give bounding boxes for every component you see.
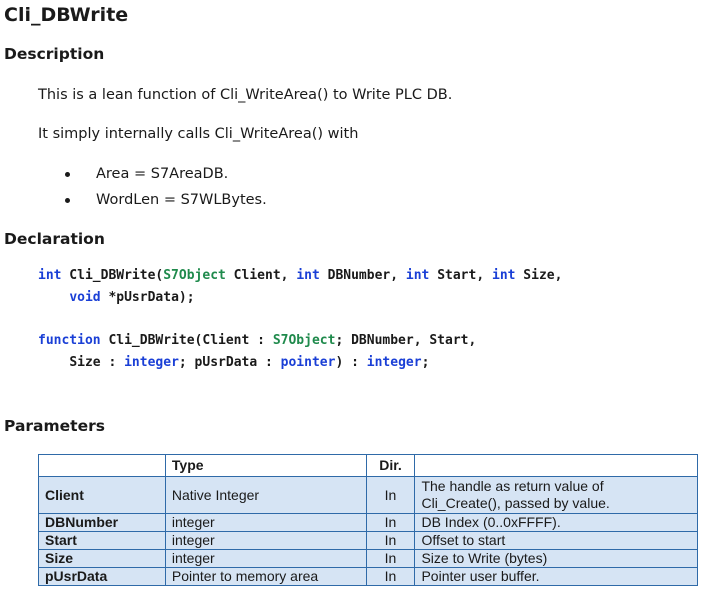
description-bullet-list: Area = S7AreaDB. WordLen = S7WLBytes.: [62, 164, 267, 216]
header-cell-dir: Dir.: [365, 454, 416, 477]
table-header-row: Type Dir.: [38, 454, 698, 477]
keyword: void: [69, 290, 101, 305]
pascal-declaration: function Cli_DBWrite(Client : S7Object; …: [38, 330, 476, 374]
header-cell-name: [38, 454, 166, 477]
keyword: int: [492, 268, 516, 283]
description-line-1: This is a lean function of Cli_WriteArea…: [38, 87, 453, 103]
code-text: Start,: [429, 268, 492, 283]
param-type: integer: [164, 549, 367, 568]
bullet-area: Area = S7AreaDB.: [62, 164, 267, 190]
section-heading-parameters: Parameters: [4, 417, 105, 435]
keyword: int: [296, 268, 320, 283]
code-text: ;: [421, 355, 430, 370]
param-name: pUsrData: [38, 567, 166, 586]
table-row: Client Native Integer In The handle as r…: [38, 476, 698, 514]
code-text: ) :: [335, 355, 367, 370]
param-description: DB Index (0..0xFFFF).: [414, 513, 698, 532]
code-text: Size,: [515, 268, 563, 283]
param-description: Size to Write (bytes): [414, 549, 698, 568]
param-dir: In: [365, 513, 416, 532]
param-type: integer: [164, 513, 367, 532]
code-text: Cli_DBWrite(: [61, 268, 164, 283]
c-declaration: int Cli_DBWrite(S7Object Client, int DBN…: [38, 265, 562, 309]
table-row: Start integer In Offset to start: [38, 531, 698, 550]
keyword: integer: [366, 355, 422, 370]
code-text: ; DBNumber, Start,: [335, 333, 477, 348]
bullet-wordlen: WordLen = S7WLBytes.: [62, 190, 267, 216]
keyword: int: [405, 268, 430, 283]
param-description: The handle as return value of Cli_Create…: [414, 476, 698, 514]
code-text: Size :: [69, 355, 125, 370]
type-name: S7Object: [163, 268, 226, 283]
header-cell-type: Type: [164, 454, 367, 477]
parameters-table: Type Dir. Client Native Integer In The h…: [38, 454, 698, 586]
param-name: Start: [38, 531, 166, 550]
code-text: Cli_DBWrite(Client :: [100, 333, 273, 348]
table-row: Size integer In Size to Write (bytes): [38, 549, 698, 568]
keyword: pointer: [280, 355, 336, 370]
param-name: DBNumber: [38, 513, 166, 532]
keyword: integer: [124, 355, 179, 370]
param-description: Pointer user buffer.: [414, 567, 698, 586]
param-description: Offset to start: [414, 531, 698, 550]
param-name: Client: [38, 476, 166, 514]
param-type: Native Integer: [164, 476, 367, 514]
param-dir: In: [365, 531, 416, 550]
code-text: DBNumber,: [319, 268, 406, 283]
param-type: Pointer to memory area: [164, 567, 367, 586]
section-heading-description: Description: [4, 45, 105, 63]
code-text: ; pUsrData :: [178, 355, 281, 370]
param-dir: In: [365, 476, 416, 514]
keyword: function: [38, 333, 101, 348]
param-dir: In: [365, 567, 416, 586]
param-description-line: The handle as return value of: [421, 478, 604, 494]
page-title: Cli_DBWrite: [4, 4, 129, 26]
header-cell-description: [414, 454, 698, 477]
param-description-line: Cli_Create(), passed by value.: [421, 495, 610, 511]
description-line-2: It simply internally calls Cli_WriteArea…: [38, 126, 359, 142]
type-name: S7Object: [272, 333, 336, 348]
keyword: int: [38, 268, 62, 283]
param-name: Size: [38, 549, 166, 568]
table-row: pUsrData Pointer to memory area In Point…: [38, 567, 698, 586]
section-heading-declaration: Declaration: [4, 230, 105, 248]
code-text: Client,: [225, 268, 297, 283]
param-dir: In: [365, 549, 416, 568]
param-type: integer: [164, 531, 367, 550]
code-text: *pUsrData);: [100, 290, 195, 305]
table-row: DBNumber integer In DB Index (0..0xFFFF)…: [38, 513, 698, 532]
